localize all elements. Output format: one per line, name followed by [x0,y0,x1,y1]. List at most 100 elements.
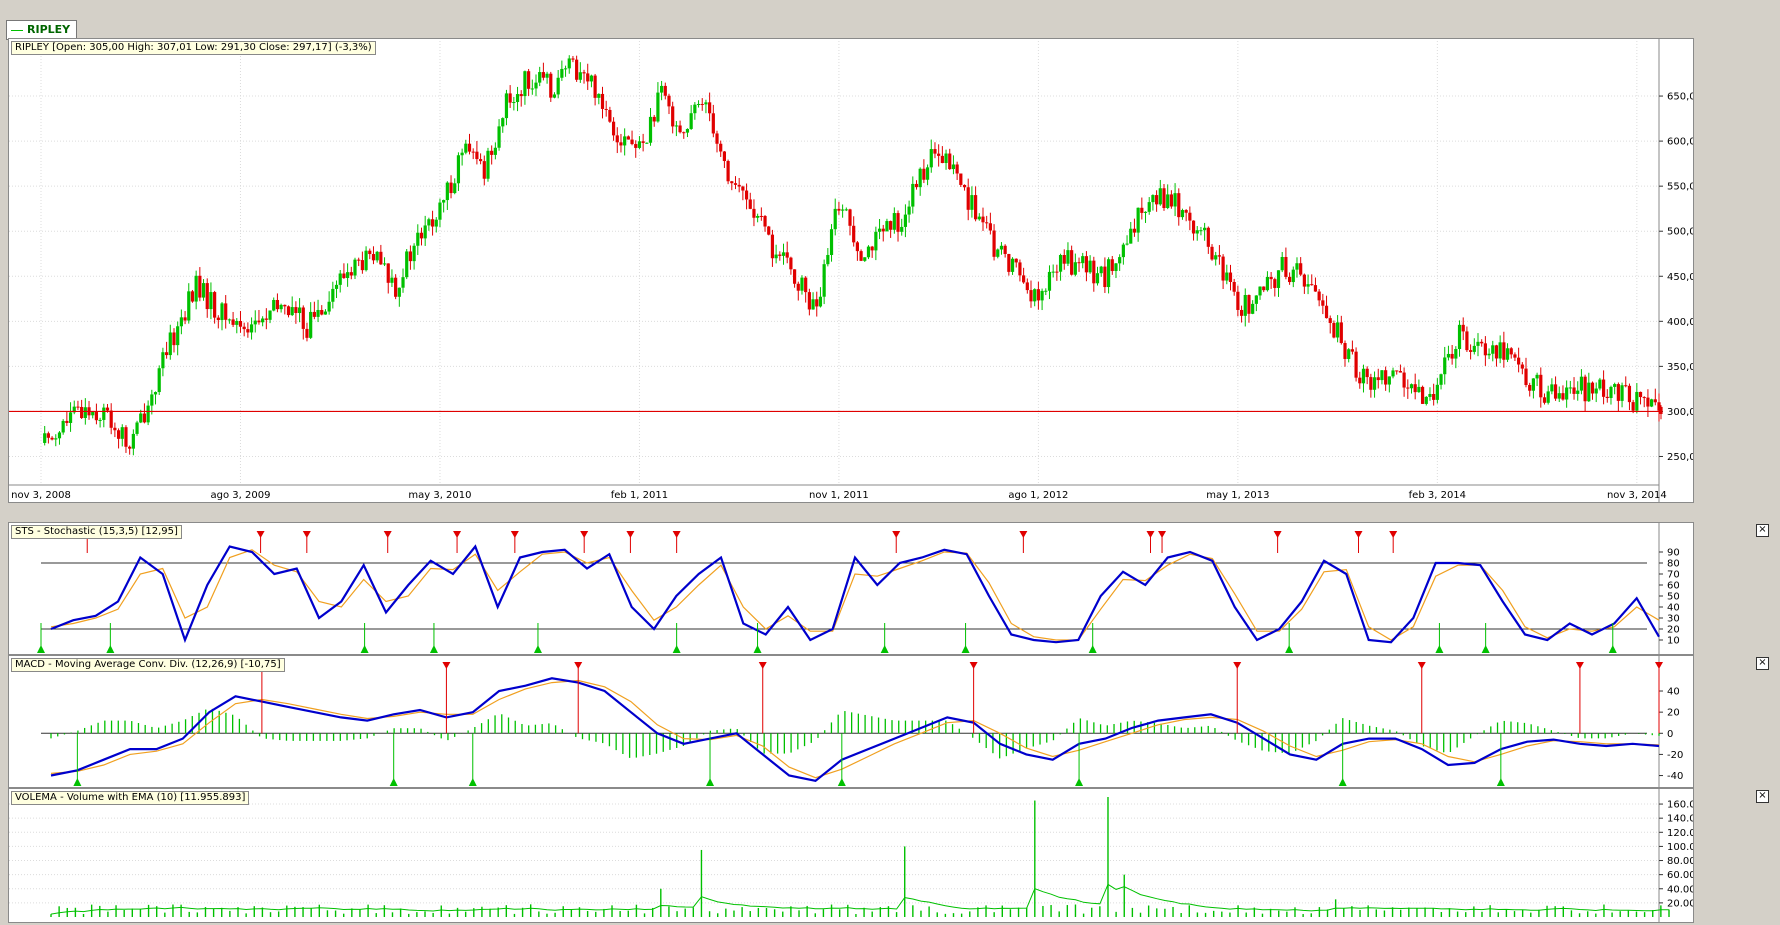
candle-body [368,250,372,255]
macd-signal-line [50,679,1660,779]
candle-body [1155,195,1159,205]
candle-body [1350,349,1354,352]
candle-body [1539,374,1543,398]
candle-body [874,231,878,251]
macd-buy-marker [73,778,82,786]
candle-body [515,94,520,103]
candle-body [1025,282,1029,291]
candle-body [1572,387,1576,394]
candle-body [922,168,926,180]
candle-body [1066,250,1070,264]
candle-body [600,93,605,109]
candle-body [1273,279,1277,288]
candle-body [346,272,350,279]
candle-body [730,181,734,184]
candle-body [316,309,320,317]
candle-body [434,219,438,227]
macd-sell-marker [442,662,451,669]
candle-body [209,292,213,310]
candle-body [656,92,660,122]
candle-body [1336,322,1340,338]
candle-body [1247,294,1251,314]
candle-body [929,149,933,168]
candle-body [1520,364,1524,369]
candle-body [1070,250,1074,275]
candle-body [785,252,789,258]
candle-body [1265,276,1270,291]
candle-body [1243,294,1247,316]
candle-body [1409,384,1414,389]
candle-body [1361,368,1366,384]
candle-body [475,151,479,160]
candle-body [918,168,922,188]
candle-body [811,299,815,310]
candle-body [172,332,176,346]
candle-body [1627,385,1632,403]
candle-body [194,275,198,302]
candle-body [571,58,575,60]
candle-body [68,412,73,423]
candle-body [1062,255,1066,264]
candle-body [405,251,409,278]
candle-body [286,306,291,316]
candle-body [1439,374,1443,385]
symbol-tab[interactable]: RIPLEY [6,20,78,40]
candle-body [512,102,516,104]
chart-window: RIPLEY RIPLEY [Open: 305,00 High: 307,01… [0,0,1780,925]
candle-body [630,139,634,145]
candle-body [578,72,582,80]
candle-body [1166,194,1170,209]
candle-body [1295,263,1299,270]
candle-body [770,234,775,259]
vol-y-tick-label: 40.000.000 [1667,884,1693,895]
candle-body [737,184,741,187]
candle-body [1616,384,1620,401]
candle-body [486,150,490,179]
macd-y-tick-label: 40 [1667,687,1680,698]
candle-body [375,251,379,261]
price-panel-title: RIPLEY [Open: 305,00 High: 307,01 Low: 2… [11,41,376,55]
candle-body [1291,269,1295,283]
candle-body [1199,230,1203,232]
candle-body [1550,384,1554,392]
candle-body [1620,385,1624,401]
candle-body [464,143,468,153]
volume-close-button[interactable]: × [1756,790,1769,803]
candle-body [549,73,553,98]
macd-buy-marker [706,778,715,786]
macd-buy-marker [837,778,846,786]
candle-body [837,208,841,211]
candle-body [1502,342,1506,360]
candle-body [164,352,169,356]
candle-body [1347,349,1351,359]
candle-body [353,259,357,276]
price-y-tick-label: 600,00 [1667,137,1693,148]
candle-body [552,94,557,98]
candle-body [973,195,978,220]
candle-body [903,214,908,227]
sts-sell-marker [510,531,519,538]
candle-body [966,187,970,210]
sts-sell-marker [256,531,265,538]
candle-body [1029,290,1033,302]
candle-body [412,245,416,262]
macd-sell-marker [1655,662,1663,669]
candle-body [1528,385,1532,391]
candle-body [349,272,353,276]
volume-panel: VOLEMA - Volume with EMA (10) [11.955.89… [8,788,1694,923]
candle-body [1003,245,1007,254]
candle-body [1022,275,1026,283]
macd-close-button[interactable]: × [1756,657,1769,670]
macd-y-tick-label: -40 [1667,771,1683,782]
candle-body [1343,343,1347,359]
candle-body [504,93,509,119]
candle-body [696,103,701,105]
sts-buy-marker [880,645,889,653]
candle-body [1646,397,1650,407]
candle-body [1465,331,1469,351]
stochastic-close-button[interactable]: × [1756,524,1769,537]
candle-body [545,73,549,78]
macd-sell-marker [574,662,583,669]
sts-y-tick-label: 50 [1667,592,1680,603]
candle-body [1472,345,1476,352]
